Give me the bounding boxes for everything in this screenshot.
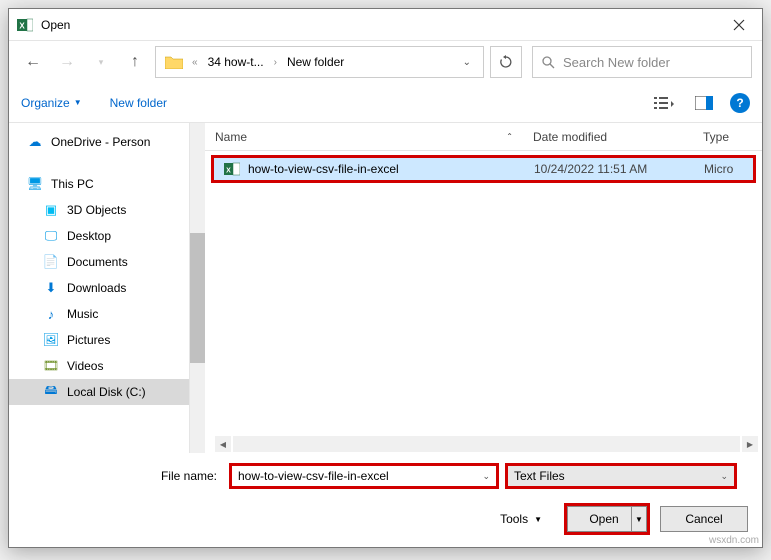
breadcrumb-sep: « bbox=[190, 57, 200, 68]
download-icon: ⬇ bbox=[43, 280, 59, 296]
excel-file-icon: X bbox=[224, 161, 240, 177]
scroll-track[interactable] bbox=[233, 436, 740, 452]
chevron-down-icon[interactable]: ⌄ bbox=[720, 471, 728, 482]
open-button-group: Open ▼ bbox=[564, 503, 650, 535]
help-button[interactable]: ? bbox=[730, 93, 750, 113]
close-button[interactable] bbox=[716, 10, 762, 40]
picture-icon: 🖼 bbox=[43, 332, 59, 348]
filename-input[interactable]: how-to-view-csv-file-in-excel ⌄ bbox=[229, 463, 499, 489]
cube-icon: ▣ bbox=[43, 202, 59, 218]
filetype-filter[interactable]: Text Files ⌄ bbox=[505, 463, 737, 489]
breadcrumb[interactable]: « 34 how-t... › New folder ⌄ bbox=[155, 46, 484, 78]
col-date[interactable]: Date modified bbox=[533, 130, 703, 144]
file-row[interactable]: X how-to-view-csv-file-in-excel 10/24/20… bbox=[211, 155, 756, 183]
dialog-body: ☁OneDrive - Person 🖥This PC ▣3D Objects … bbox=[9, 123, 762, 453]
desktop-icon: 🖵 bbox=[43, 228, 59, 244]
preview-pane-button[interactable] bbox=[686, 89, 722, 117]
list-header: Name⌃ Date modified Type bbox=[205, 123, 762, 151]
chevron-down-icon[interactable]: ⌄ bbox=[482, 471, 490, 482]
tree-item-localdisk[interactable]: 🖴Local Disk (C:) bbox=[9, 379, 189, 405]
document-icon: 📄 bbox=[43, 254, 59, 270]
toolbar: Organize ▼ New folder ? bbox=[9, 83, 762, 123]
recent-dropdown[interactable]: ▾ bbox=[87, 48, 115, 76]
list-hscroll[interactable]: ◀ ▶ bbox=[205, 435, 762, 453]
tree-item-desktop[interactable]: 🖵Desktop bbox=[9, 223, 189, 249]
new-folder-button[interactable]: New folder bbox=[110, 96, 167, 110]
sort-indicator: ⌃ bbox=[506, 132, 513, 141]
titlebar: X Open bbox=[9, 9, 762, 41]
watermark: wsxdn.com bbox=[709, 535, 759, 546]
video-icon: 🎞 bbox=[43, 358, 59, 374]
file-type: Micro bbox=[704, 162, 733, 176]
tree-item-music[interactable]: ♪Music bbox=[9, 301, 189, 327]
chevron-right-icon: › bbox=[272, 57, 279, 68]
tree-item-3d[interactable]: ▣3D Objects bbox=[9, 197, 189, 223]
view-list-button[interactable] bbox=[646, 89, 682, 117]
cancel-button[interactable]: Cancel bbox=[660, 506, 748, 532]
scrollbar-thumb[interactable] bbox=[190, 233, 205, 363]
col-type[interactable]: Type bbox=[703, 130, 762, 144]
up-button[interactable]: ↑ bbox=[121, 48, 149, 76]
search-placeholder: Search New folder bbox=[563, 55, 670, 70]
onedrive-icon: ☁ bbox=[27, 134, 43, 150]
file-date: 10/24/2022 11:51 AM bbox=[534, 162, 704, 176]
organize-menu[interactable]: Organize ▼ bbox=[21, 96, 82, 110]
tree-item-onedrive[interactable]: ☁OneDrive - Person bbox=[9, 129, 189, 155]
bottom-panel: File name: how-to-view-csv-file-in-excel… bbox=[9, 453, 762, 547]
chevron-down-icon: ▼ bbox=[74, 98, 82, 107]
svg-text:X: X bbox=[226, 168, 231, 175]
search-icon bbox=[541, 55, 555, 69]
excel-icon: X bbox=[17, 17, 33, 33]
breadcrumb-item[interactable]: New folder bbox=[281, 47, 350, 77]
open-dropdown[interactable]: ▼ bbox=[631, 506, 647, 532]
scroll-left[interactable]: ◀ bbox=[215, 436, 231, 452]
tree-item-pictures[interactable]: 🖼Pictures bbox=[9, 327, 189, 353]
filename-label: File name: bbox=[23, 469, 223, 483]
chevron-down-icon[interactable]: ⌄ bbox=[455, 57, 479, 68]
disk-icon: 🖴 bbox=[43, 384, 59, 400]
dialog-title: Open bbox=[41, 18, 716, 32]
file-list: Name⌃ Date modified Type X how-to-view-c… bbox=[205, 123, 762, 453]
refresh-button[interactable] bbox=[490, 46, 522, 78]
nav-tree: ☁OneDrive - Person 🖥This PC ▣3D Objects … bbox=[9, 123, 189, 453]
folder-icon bbox=[164, 52, 184, 72]
tools-menu[interactable]: Tools ▼ bbox=[500, 512, 542, 526]
tree-item-downloads[interactable]: ⬇Downloads bbox=[9, 275, 189, 301]
breadcrumb-item[interactable]: 34 how-t... bbox=[202, 47, 270, 77]
tree-item-thispc[interactable]: 🖥This PC bbox=[9, 171, 189, 197]
tree-item-documents[interactable]: 📄Documents bbox=[9, 249, 189, 275]
tree-scrollbar[interactable] bbox=[189, 123, 205, 453]
search-input[interactable]: Search New folder bbox=[532, 46, 752, 78]
back-button[interactable]: ← bbox=[19, 48, 47, 76]
open-dialog: X Open ← → ▾ ↑ « 34 how-t... › New folde… bbox=[8, 8, 763, 548]
file-name: how-to-view-csv-file-in-excel bbox=[248, 162, 399, 176]
pc-icon: 🖥 bbox=[27, 176, 43, 192]
forward-button[interactable]: → bbox=[53, 48, 81, 76]
col-name[interactable]: Name⌃ bbox=[215, 130, 533, 144]
svg-text:X: X bbox=[19, 21, 25, 30]
chevron-down-icon: ▼ bbox=[534, 515, 542, 524]
scroll-right[interactable]: ▶ bbox=[742, 436, 758, 452]
music-icon: ♪ bbox=[43, 306, 59, 322]
tree-item-videos[interactable]: 🎞Videos bbox=[9, 353, 189, 379]
open-button[interactable]: Open bbox=[567, 506, 641, 532]
navbar: ← → ▾ ↑ « 34 how-t... › New folder ⌄ Sea… bbox=[9, 41, 762, 83]
